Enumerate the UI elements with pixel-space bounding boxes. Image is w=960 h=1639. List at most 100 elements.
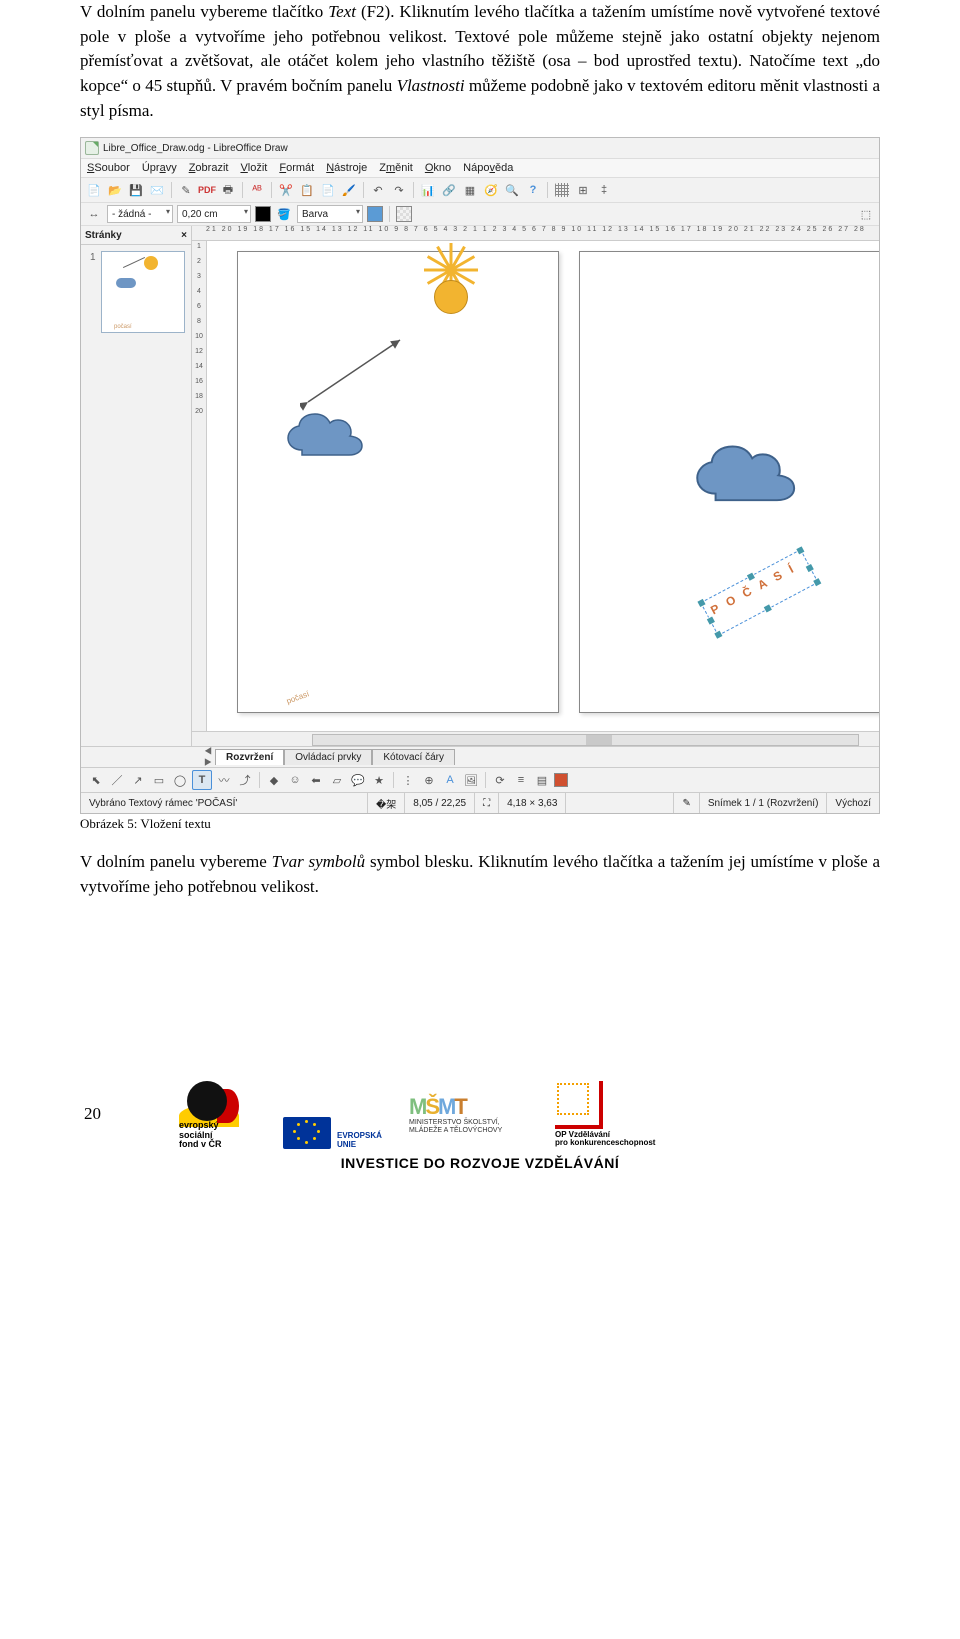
slides-panel-close-icon[interactable]: × bbox=[181, 230, 187, 241]
tool-rect-icon[interactable]: ▭ bbox=[150, 771, 168, 789]
fill-type-dropdown[interactable]: Barva bbox=[297, 205, 363, 223]
tool-block-arrows-icon[interactable]: ⬅ bbox=[307, 771, 325, 789]
tb-hyperlink-icon[interactable]: 🔗 bbox=[440, 181, 458, 199]
menu-soubor[interactable]: SSouborSoubor bbox=[87, 162, 130, 174]
horizontal-scrollbar[interactable] bbox=[192, 731, 879, 746]
hruler-ticks: 21 20 19 18 17 16 15 14 13 12 11 10 9 8 … bbox=[206, 226, 866, 233]
tb-zoom-icon[interactable]: 🔍 bbox=[503, 181, 521, 199]
tab-rozvrzeni[interactable]: Rozvržení bbox=[215, 749, 284, 765]
tab-ovladaci-prvky[interactable]: Ovládací prvky bbox=[284, 749, 372, 765]
tool-symbol-shapes-icon[interactable]: ☺ bbox=[286, 771, 304, 789]
slides-panel-title: Stránky bbox=[85, 230, 122, 241]
menu-upravy[interactable]: Úpravy bbox=[142, 162, 177, 174]
tool-callout-icon[interactable]: 💬 bbox=[349, 771, 367, 789]
tb-cut-icon[interactable]: ✂️ bbox=[277, 181, 295, 199]
menu-zobrazit[interactable]: Zobrazit bbox=[189, 162, 229, 174]
tb-table-icon[interactable]: ▦ bbox=[461, 181, 479, 199]
menu-zmenit[interactable]: Změnit bbox=[379, 162, 413, 174]
tb-navigator-icon[interactable]: 🧭 bbox=[482, 181, 500, 199]
fill-type-value: Barva bbox=[302, 209, 328, 220]
tool-3d-color-swatch[interactable] bbox=[554, 773, 568, 787]
tool-basic-shapes-icon[interactable]: ◆ bbox=[265, 771, 283, 789]
tb-print-icon[interactable]: 🖶 bbox=[219, 181, 237, 199]
tb-grid-icon[interactable] bbox=[555, 183, 569, 197]
libreoffice-icon bbox=[85, 141, 99, 155]
line-width-dropdown[interactable]: 0,20 cm bbox=[177, 205, 251, 223]
statusbar: Vybráno Textový rámec 'POČASÍ' �架 8,05 /… bbox=[81, 792, 879, 813]
menu-format[interactable]: Formát bbox=[279, 162, 314, 174]
tool-ellipse-icon[interactable]: ◯ bbox=[171, 771, 189, 789]
line-style-value: - žádná - bbox=[112, 209, 151, 220]
tb-edit-icon[interactable]: ✎ bbox=[177, 181, 195, 199]
tool-flowchart-icon[interactable]: ▱ bbox=[328, 771, 346, 789]
shadow-toggle-icon[interactable] bbox=[396, 206, 412, 222]
tool-rotate-icon[interactable]: ⟳ bbox=[491, 771, 509, 789]
line-width-value: 0,20 cm bbox=[182, 209, 218, 220]
slides-panel-header: Stránky × bbox=[81, 226, 191, 245]
fill-color-swatch[interactable] bbox=[367, 206, 383, 222]
tool-points-icon[interactable]: ⋮ bbox=[399, 771, 417, 789]
menu-vlozit[interactable]: Vložit bbox=[240, 162, 267, 174]
cloud-shape bbox=[284, 412, 368, 458]
separator bbox=[393, 772, 394, 788]
tool-glue-icon[interactable]: ⊕ bbox=[420, 771, 438, 789]
tool-connector-icon[interactable]: ⤴ bbox=[236, 771, 254, 789]
tb-new-icon[interactable]: 📄 bbox=[85, 181, 103, 199]
drawing-canvas[interactable]: počasí bbox=[207, 241, 879, 731]
eu-logo: EVROPSKÁ UNIE bbox=[283, 1079, 393, 1149]
tb-save-icon[interactable]: 💾 bbox=[127, 181, 145, 199]
tb-extrusion-icon[interactable]: ⬚ bbox=[857, 205, 875, 223]
page-number: 20 bbox=[84, 1104, 101, 1124]
tb-paste-icon[interactable]: 📄 bbox=[319, 181, 337, 199]
tab-kotovaci-cary[interactable]: Kótovací čáry bbox=[372, 749, 455, 765]
tool-arrange-icon[interactable]: ▤ bbox=[533, 771, 551, 789]
menu-okno[interactable]: Okno bbox=[425, 162, 451, 174]
arrow-shape bbox=[300, 332, 410, 412]
menu-napoveda[interactable]: Nápověda bbox=[463, 162, 513, 174]
status-size-icon: ⛶ bbox=[475, 793, 499, 813]
tb-open-icon[interactable]: 📂 bbox=[106, 181, 124, 199]
tool-align-icon[interactable]: ≡ bbox=[512, 771, 530, 789]
p1-text-a: V dolním panelu vybereme tlačítko bbox=[80, 2, 328, 21]
tool-fontwork-icon[interactable]: A bbox=[441, 771, 459, 789]
tb-brush-icon[interactable]: 🖌️ bbox=[340, 181, 358, 199]
separator bbox=[485, 772, 486, 788]
tool-arrow-icon[interactable]: ↗ bbox=[129, 771, 147, 789]
separator bbox=[547, 182, 548, 198]
p2-text-a: V dolním panelu vybereme bbox=[80, 852, 272, 871]
line-style-dropdown[interactable]: - žádná - bbox=[107, 205, 173, 223]
tool-line-icon[interactable]: ／ bbox=[108, 771, 126, 789]
tool-text-icon[interactable]: T bbox=[192, 770, 212, 790]
tb-pdf-icon[interactable]: PDF bbox=[198, 181, 216, 199]
toolbar-standard: 📄 📂 💾 ✉️ ✎ PDF 🖶 ᴬᴮ ✂️ 📋 📄 🖌️ ↶ ↷ 📊 🔗 ▦ … bbox=[81, 178, 879, 203]
tb-undo-icon[interactable]: ↶ bbox=[369, 181, 387, 199]
vertical-ruler: 1 2 3 4 6 8 10 12 14 16 18 20 bbox=[192, 241, 207, 731]
text-frame-selected[interactable]: P O Č A S Í bbox=[708, 561, 798, 618]
status-modified-icon: ✎ bbox=[674, 793, 699, 813]
tb-guides-icon[interactable]: ‡ bbox=[595, 181, 613, 199]
tb-snap-icon[interactable]: ⊞ bbox=[574, 181, 592, 199]
menu-nastroje[interactable]: Nástroje bbox=[326, 162, 367, 174]
cloud-shape-2 bbox=[692, 442, 802, 506]
tool-star-icon[interactable]: ★ bbox=[370, 771, 388, 789]
tb-help-icon[interactable]: ? bbox=[524, 181, 542, 199]
separator bbox=[259, 772, 260, 788]
tool-curve-icon[interactable]: 〰 bbox=[215, 771, 233, 789]
tb-copy-icon[interactable]: 📋 bbox=[298, 181, 316, 199]
status-slide: Snímek 1 / 1 (Rozvržení) bbox=[700, 793, 828, 813]
tb-chart-icon[interactable]: 📊 bbox=[419, 181, 437, 199]
tb-fill-icon[interactable]: 🪣 bbox=[275, 205, 293, 223]
status-position: 8,05 / 22,25 bbox=[405, 793, 475, 813]
tb-spell-icon[interactable]: ᴬᴮ bbox=[248, 181, 266, 199]
status-selection: Vybráno Textový rámec 'POČASÍ' bbox=[81, 793, 368, 813]
sun-shape bbox=[424, 270, 478, 324]
status-size: 4,18 × 3,63 bbox=[499, 793, 566, 813]
tool-select-icon[interactable]: ⬉ bbox=[87, 771, 105, 789]
menubar[interactable]: SSouborSoubor Úpravy Zobrazit Vložit For… bbox=[81, 159, 879, 178]
slide-thumbnail[interactable]: 1 počasí bbox=[101, 251, 185, 333]
tool-fromfile-icon[interactable]: 🖼 bbox=[462, 771, 480, 789]
tb-arrowends-icon[interactable]: ↔ bbox=[85, 205, 103, 223]
line-color-swatch[interactable] bbox=[255, 206, 271, 222]
tb-email-icon[interactable]: ✉️ bbox=[148, 181, 166, 199]
tb-redo-icon[interactable]: ↷ bbox=[390, 181, 408, 199]
